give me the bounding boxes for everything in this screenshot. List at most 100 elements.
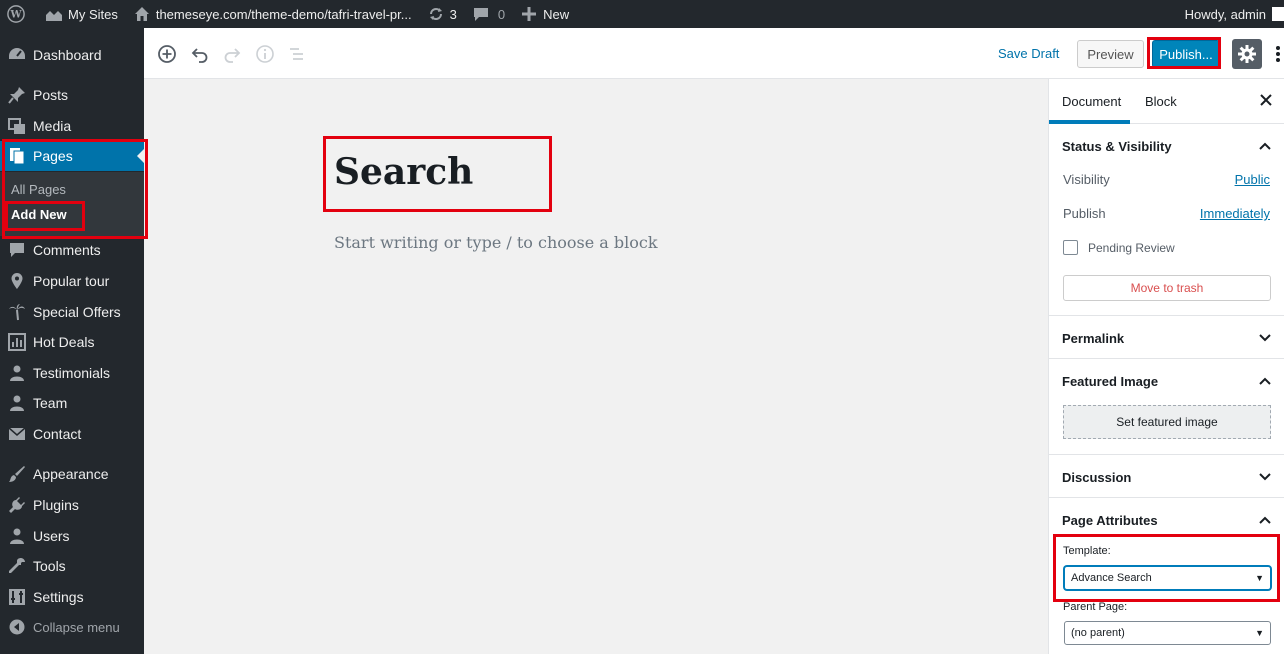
- sidebar-item-label: Posts: [33, 87, 69, 103]
- publish-label: Publish: [1063, 206, 1106, 221]
- template-label: Template:: [1063, 545, 1111, 557]
- panel-title: Featured Image: [1062, 374, 1159, 389]
- chart-icon: [7, 332, 27, 352]
- pages-icon: [7, 146, 27, 166]
- panel-status-visibility-toggle[interactable]: Status & Visibility: [1049, 124, 1284, 168]
- close-sidebar-button[interactable]: [1256, 90, 1276, 110]
- sidebar-item-special-offers[interactable]: Special Offers: [0, 297, 144, 327]
- submenu-all-pages[interactable]: All Pages: [11, 182, 66, 197]
- sidebar-item-comments[interactable]: Comments: [0, 235, 144, 265]
- chevron-up-icon: [1257, 373, 1273, 389]
- preview-button[interactable]: Preview: [1077, 40, 1144, 68]
- sidebar-item-contact[interactable]: Contact: [0, 419, 144, 449]
- sidebar-item-label: Contact: [33, 426, 82, 442]
- comments-count: 0: [497, 6, 506, 22]
- sidebar-item-label: Dashboard: [33, 47, 102, 63]
- undo-button[interactable]: [188, 42, 212, 66]
- sidebar-item-posts[interactable]: Posts: [0, 80, 144, 110]
- comments-menu[interactable]: 0: [464, 0, 512, 28]
- sidebar-item-label: Team: [33, 395, 68, 411]
- sidebar-item-label: Tools: [33, 558, 66, 574]
- sidebar-item-testimonials[interactable]: Testimonials: [0, 358, 144, 388]
- block-navigation-button[interactable]: [285, 42, 309, 66]
- sidebar-item-users[interactable]: Users: [0, 521, 144, 551]
- updates-menu[interactable]: 3: [419, 0, 464, 28]
- save-draft-button[interactable]: Save Draft: [998, 46, 1059, 61]
- set-featured-image-button[interactable]: Set featured image: [1063, 405, 1271, 439]
- sidebar-item-settings[interactable]: Settings: [0, 582, 144, 612]
- content-info-button[interactable]: [253, 42, 277, 66]
- panel-featured-image-toggle[interactable]: Featured Image: [1049, 358, 1284, 402]
- more-vertical-icon: [1275, 44, 1281, 64]
- more-options-button[interactable]: [1272, 42, 1284, 66]
- default-block-appender[interactable]: Start writing or type / to choose a bloc…: [334, 233, 658, 252]
- visibility-label: Visibility: [1063, 172, 1110, 187]
- redo-button[interactable]: [220, 42, 244, 66]
- wp-logo-menu[interactable]: W: [0, 0, 37, 28]
- team-icon: [7, 393, 27, 413]
- editor-header: Save Draft Preview Publish...: [144, 28, 1284, 79]
- svg-text:W: W: [9, 10, 22, 21]
- sidebar-item-tools[interactable]: Tools: [0, 551, 144, 581]
- select-arrow-icon: ▼: [1255, 573, 1264, 583]
- pending-review-checkbox[interactable]: [1063, 240, 1078, 255]
- admin-bar: W My Sites themeseye.com/theme-demo/tafr…: [0, 0, 1284, 28]
- panel-title: Discussion: [1062, 470, 1132, 485]
- sidebar-item-plugins[interactable]: Plugins: [0, 490, 144, 520]
- chevron-down-icon: [1257, 330, 1273, 346]
- pending-review-label[interactable]: Pending Review: [1088, 241, 1175, 255]
- panel-page-attributes-toggle[interactable]: Page Attributes: [1049, 497, 1284, 541]
- chevron-down-icon: [1257, 469, 1273, 485]
- settings-icon: [7, 587, 27, 607]
- add-block-button[interactable]: [155, 42, 179, 66]
- site-name-menu[interactable]: themeseye.com/theme-demo/tafri-travel-pr…: [125, 0, 419, 28]
- info-icon: [255, 44, 275, 64]
- collapse-menu-button[interactable]: Collapse menu: [0, 612, 144, 642]
- post-title[interactable]: Search: [334, 151, 473, 193]
- tab-document[interactable]: Document: [1062, 94, 1121, 109]
- gear-icon: [1237, 44, 1257, 64]
- undo-icon: [190, 44, 210, 64]
- sidebar-item-appearance[interactable]: Appearance: [0, 459, 144, 489]
- updates-count: 3: [449, 6, 457, 22]
- submenu-add-new[interactable]: Add New: [11, 207, 67, 222]
- dashboard-icon: [7, 45, 27, 65]
- visibility-toggle[interactable]: Public: [1235, 172, 1270, 187]
- sidebar-item-hot-deals[interactable]: Hot Deals: [0, 327, 144, 357]
- publish-button[interactable]: Publish...: [1152, 40, 1220, 68]
- template-select-value: Advance Search: [1071, 572, 1152, 584]
- panel-discussion-toggle[interactable]: Discussion: [1049, 454, 1284, 498]
- posts-pin-icon: [7, 85, 27, 105]
- new-content-menu[interactable]: New: [512, 0, 576, 28]
- panel-permalink-toggle[interactable]: Permalink: [1049, 315, 1284, 359]
- my-sites-menu[interactable]: My Sites: [37, 0, 125, 28]
- parent-page-label: Parent Page:: [1063, 601, 1128, 613]
- sidebar-item-label: Comments: [33, 242, 101, 258]
- panel-title: Page Attributes: [1062, 513, 1158, 528]
- parent-page-select[interactable]: (no parent) ▼: [1064, 621, 1271, 645]
- settings-toggle-button[interactable]: [1232, 39, 1262, 69]
- users-icon: [7, 526, 27, 546]
- comments-icon: [7, 240, 27, 260]
- appearance-brush-icon: [7, 464, 27, 484]
- palm-tree-icon: [7, 302, 27, 322]
- sidebar-item-label: Plugins: [33, 497, 79, 513]
- sidebar-item-label: Settings: [33, 589, 84, 605]
- panel-title: Permalink: [1062, 331, 1125, 346]
- admin-sidebar: Dashboard Posts Media Pages All Pages Ad…: [0, 28, 144, 654]
- publish-date-toggle[interactable]: Immediately: [1200, 206, 1270, 221]
- sidebar-item-label: Users: [33, 528, 70, 544]
- my-sites-label: My Sites: [68, 6, 118, 22]
- move-to-trash-button[interactable]: Move to trash: [1063, 275, 1271, 301]
- sidebar-item-team[interactable]: Team: [0, 388, 144, 418]
- sidebar-item-pages[interactable]: Pages: [0, 141, 144, 171]
- redo-icon: [222, 44, 242, 64]
- tab-block[interactable]: Block: [1145, 94, 1177, 109]
- sidebar-item-popular-tour[interactable]: Popular tour: [0, 266, 144, 296]
- howdy-label: Howdy, admin: [1184, 6, 1266, 22]
- template-select[interactable]: Advance Search ▼: [1064, 566, 1271, 590]
- my-account-menu[interactable]: Howdy, admin: [1185, 0, 1284, 28]
- sidebar-item-dashboard[interactable]: Dashboard: [0, 40, 144, 70]
- parent-select-value: (no parent): [1071, 627, 1125, 639]
- sidebar-item-media[interactable]: Media: [0, 111, 144, 141]
